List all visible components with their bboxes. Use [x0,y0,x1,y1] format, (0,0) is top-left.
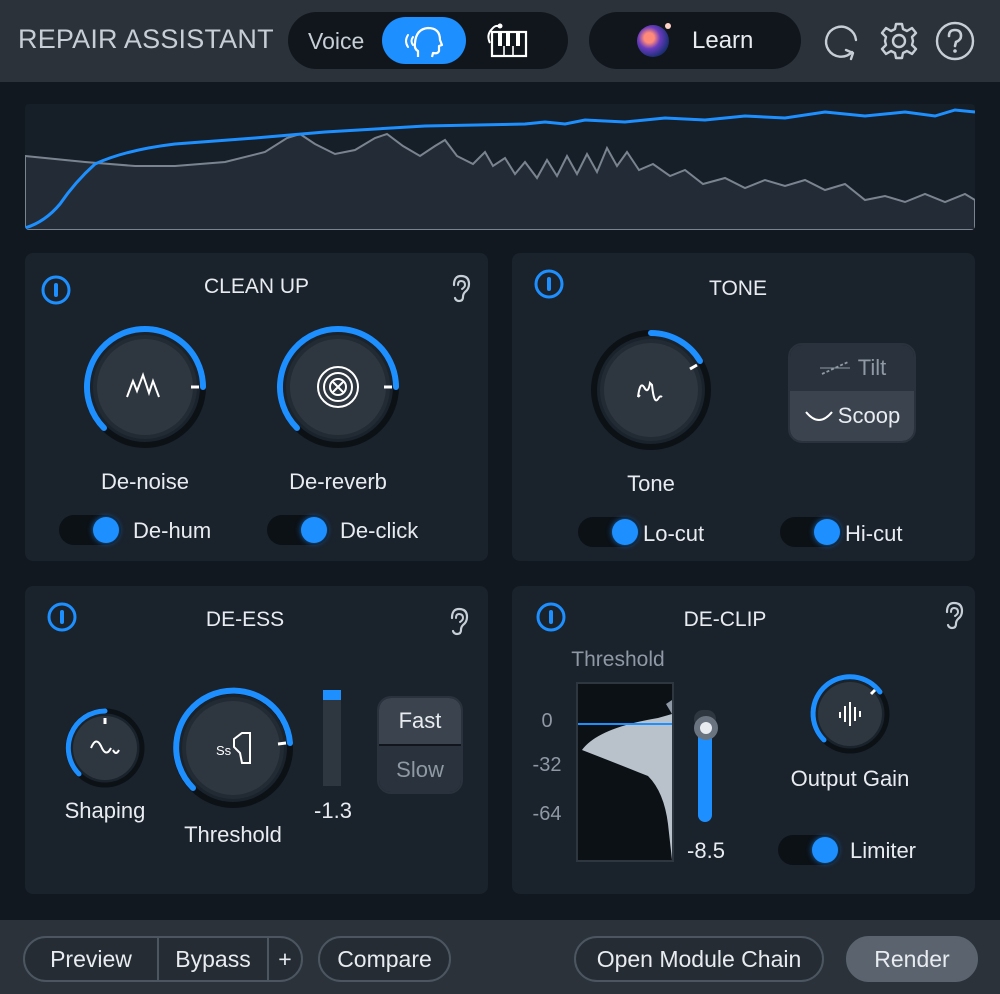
shaping-knob-graphic [65,708,145,788]
clean-up-title: CLEAN UP [203,275,310,298]
fast-option[interactable]: Fast [379,698,461,744]
tilt-label: Tilt [857,355,887,380]
footer-bar: Preview Bypass + Compare Open Module Cha… [0,920,1000,994]
histogram-graphic [578,700,672,860]
meter-value: -1.3 [314,798,352,823]
shaping-label: Shaping [64,798,146,823]
learn-button[interactable]: Learn [589,12,801,69]
help-button[interactable] [934,20,975,61]
output-gain-label: Output Gain [790,766,910,791]
de-click-toggle[interactable] [267,515,329,545]
scale-32: -32 [532,754,562,776]
music-instrument-icon [487,23,528,58]
tilt-icon [819,361,850,375]
music-mode-button[interactable] [484,21,534,61]
tilt-option[interactable]: Tilt [790,345,914,391]
clean-up-listen-button[interactable] [449,273,473,303]
voice-mode-button[interactable] [382,17,466,64]
settings-button[interactable] [878,20,918,60]
scale-64: -64 [532,803,562,825]
output-gain-knob[interactable] [808,672,892,756]
de-clip-threshold-label: Threshold [571,648,665,671]
app-title: REPAIR ASSISTANT [18,24,274,54]
limiter-label: Limiter [850,838,917,863]
de-noise-label: De-noise [100,469,190,494]
tone-title: TONE [709,277,767,300]
de-noise-knob-graphic [84,326,206,448]
tone-knob-graphic [591,330,711,450]
toggle-thumb [612,519,638,545]
compare-button[interactable]: Compare [318,936,451,982]
ear-icon [450,607,469,636]
gear-icon [880,22,918,60]
reverb-icon [317,366,359,408]
clip-threshold-slider-handle[interactable] [694,716,718,740]
learn-label: Learn [692,27,754,54]
render-button[interactable]: Render [846,936,978,982]
de-reverb-knob[interactable] [272,321,404,453]
toggle-thumb [93,517,119,543]
scale-0: 0 [541,710,553,732]
de-click-label: De-click [340,518,419,543]
shaping-knob[interactable] [63,706,147,790]
de-ess-panel: DE-ESS Shaping Ss Threshold -1.3 Fast Sl… [25,586,488,894]
tone-panel: TONE Tone Tilt Scoop Lo-cut Hi-cut [512,253,975,561]
preview-bypass-group: Preview Bypass + [23,936,303,982]
threshold-label: Threshold [184,822,282,847]
slow-option[interactable]: Slow [379,746,461,792]
de-hum-toggle[interactable] [59,515,121,545]
lo-cut-toggle[interactable] [578,517,640,547]
tone-mode-selector: Tilt Scoop [788,343,916,443]
mode-switch: Voice [288,12,568,69]
de-noise-knob[interactable] [79,321,211,453]
bypass-button[interactable]: Bypass [159,938,267,980]
limiter-toggle[interactable] [778,835,840,865]
add-bypass-button[interactable]: + [269,938,301,980]
preview-button[interactable]: Preview [25,938,157,980]
output-gain-knob-graphic [810,674,890,754]
toggle-thumb [812,837,838,863]
slider-value: -8.5 [687,838,725,863]
toggle-thumb [814,519,840,545]
scoop-label: Scoop [837,403,901,428]
de-ess-title: DE-ESS [205,608,285,631]
tone-knob[interactable] [586,325,716,455]
history-button[interactable] [822,22,862,62]
threshold-knob-graphic: Ss [173,687,293,808]
help-icon [935,21,975,61]
de-reverb-knob-graphic [277,326,399,448]
svg-text:Ss: Ss [216,743,232,758]
header-bar: REPAIR ASSISTANT Voice Learn [0,0,1000,82]
hi-cut-label: Hi-cut [845,521,903,546]
speed-selector: Fast Slow [377,696,463,794]
tone-knob-label: Tone [627,471,675,496]
de-hum-label: De-hum [133,518,212,543]
de-clip-title: DE-CLIP [683,608,767,631]
clean-up-panel: CLEAN UP De-noise De-reverb De-hum De-cl… [25,253,488,561]
ear-icon [945,601,964,630]
voice-head-icon [405,26,444,58]
de-clip-panel: DE-CLIP Threshold 0 -32 -64 -8.5 Output … [512,586,975,894]
de-reverb-label: De-reverb [289,469,387,494]
ear-icon [452,274,471,303]
toggle-thumb [301,517,327,543]
history-icon [824,25,858,61]
spectrum-graph [25,108,975,230]
meter-fill [323,690,341,700]
de-ess-threshold-knob[interactable]: Ss [168,683,298,813]
learn-orb-icon [637,25,669,57]
scoop-icon [805,411,833,421]
hi-cut-toggle[interactable] [780,517,842,547]
clip-histogram [576,682,674,862]
voice-mode-label: Voice [308,28,365,54]
orb-spark [665,23,671,29]
de-clip-listen-button[interactable] [942,600,966,630]
scoop-option[interactable]: Scoop [790,391,914,441]
lo-cut-label: Lo-cut [643,521,705,546]
de-ess-level-meter [323,690,341,786]
de-ess-listen-button[interactable] [447,606,471,636]
open-module-chain-button[interactable]: Open Module Chain [574,936,824,982]
spectrum-display [25,104,975,230]
